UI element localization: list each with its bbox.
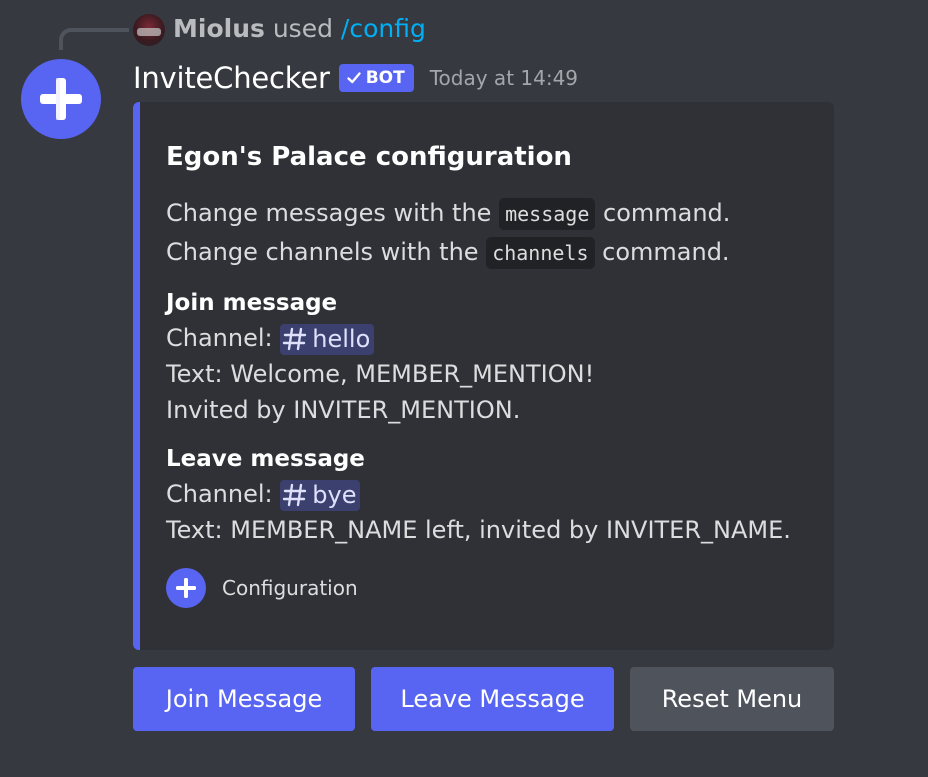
message-header: InviteChecker BOT Today at 14:49 [133,58,578,98]
description-text: command. [594,238,730,266]
description-text: command. [595,199,731,227]
channel-mention-bye[interactable]: bye [280,479,361,511]
reply-user-avatar[interactable] [133,14,165,46]
footer-text: Configuration [222,576,358,600]
field-name: Join message [166,290,338,316]
channel-label: Channel: [166,324,281,352]
reply-username[interactable]: Miolus [173,14,265,43]
action-row: Join Message Leave Message Reset Menu [133,667,834,731]
message: Miolus used /config InviteChecker BOT To… [0,0,928,777]
author-username[interactable]: InviteChecker [133,61,330,95]
field-channel-line: Channel: bye [166,476,826,512]
channel-mention-hello[interactable]: hello [280,323,375,355]
field-text-line: Text: MEMBER_NAME left, invited by INVIT… [166,516,791,544]
embed-footer: Configuration [166,568,826,608]
plus-icon [40,78,82,120]
author-avatar[interactable] [21,59,101,139]
field-text-line: Invited by INVITER_MENTION. [166,396,521,424]
embed-description-line: Change channels with the channels comman… [166,233,826,272]
reply-command[interactable]: /config [341,14,426,43]
channel-name: hello [312,325,371,353]
channel-name: bye [312,481,357,509]
embed-content: Egon's Palace configuration Change messa… [166,138,826,608]
field-channel-line: Channel: hello [166,320,826,356]
plus-icon [176,578,196,598]
reply-reference: Miolus used /config [173,12,426,46]
embed-field-leave: Leave message Channel: bye Text: MEMBER_… [166,442,826,548]
hash-icon [283,483,307,507]
bot-tag: BOT [338,64,414,92]
reply-connector [59,28,129,50]
field-name: Leave message [166,446,365,472]
bot-tag-label: BOT [365,68,405,88]
description-text: Change channels with the [166,238,487,266]
embed-title: Egon's Palace configuration [166,142,572,172]
inline-code: channels [486,237,595,269]
embed: Egon's Palace configuration Change messa… [133,102,834,650]
message-timestamp[interactable]: Today at 14:49 [430,66,578,90]
hash-icon [283,327,307,351]
description-text: Change messages with the [166,199,500,227]
leave-message-button[interactable]: Leave Message [371,667,614,731]
reset-menu-button[interactable]: Reset Menu [630,667,834,731]
join-message-button[interactable]: Join Message [133,667,355,731]
embed-description-line: Change messages with the message command… [166,194,826,233]
channel-label: Channel: [166,480,281,508]
embed-field-join: Join message Channel: hello Text: Welcom… [166,286,826,428]
check-icon [347,72,361,84]
field-text-line: Text: Welcome, MEMBER_MENTION! [166,360,595,388]
footer-plus-icon [166,568,206,608]
reply-used-text: used [272,14,333,43]
inline-code: message [499,198,596,230]
